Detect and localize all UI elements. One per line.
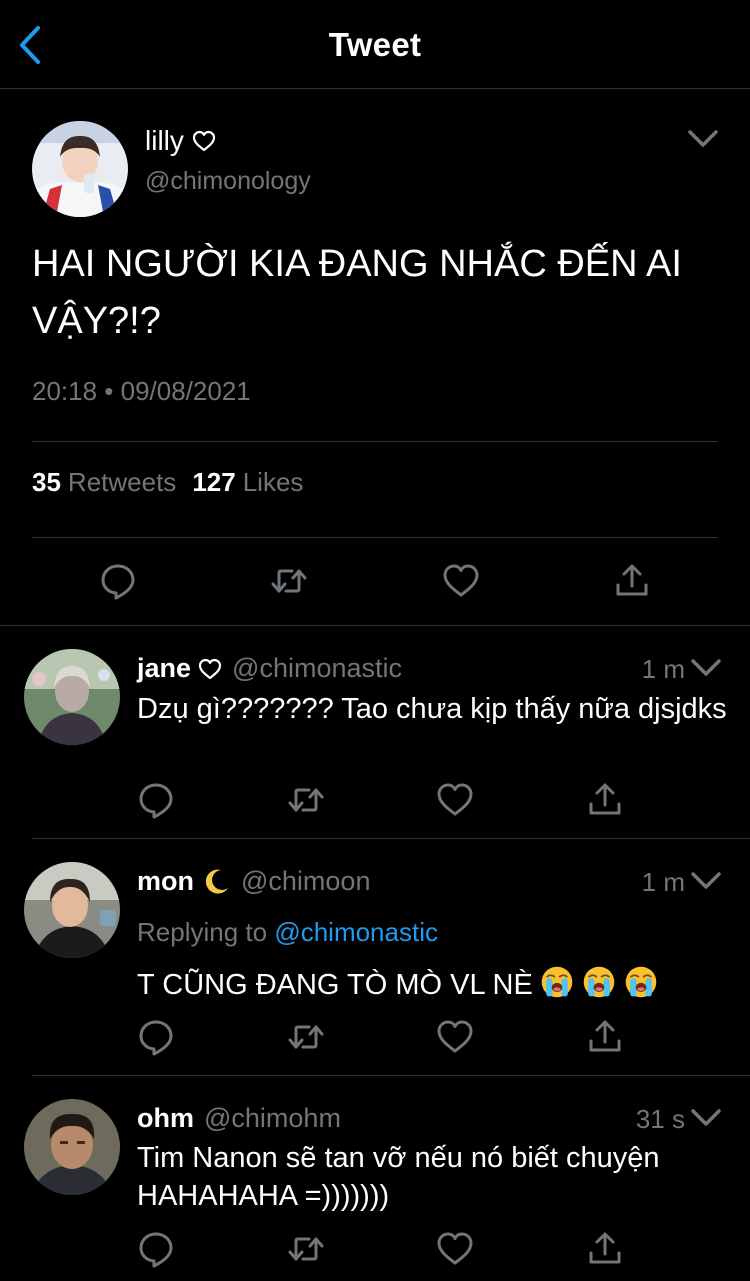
retweet-icon[interactable] [286,1229,326,1269]
retweets-label[interactable]: Retweets [68,467,176,498]
avatar-image [32,121,128,217]
like-icon[interactable] [441,561,481,601]
share-icon[interactable] [612,561,652,601]
reply-tweet[interactable]: mon @chimoon 1 m Replying to @chimonasti… [0,839,750,1075]
retweet-icon[interactable] [286,780,326,820]
avatar[interactable] [24,1099,120,1195]
chevron-down-icon[interactable] [690,1108,722,1128]
retweets-count[interactable]: 35 [32,467,61,498]
mention-link[interactable]: @chimonastic [274,917,438,947]
reply-author-name[interactable]: ohm [137,1103,194,1134]
avatar[interactable] [24,649,120,745]
avatar-image [24,649,120,745]
chevron-down-icon[interactable] [690,658,722,678]
avatar[interactable] [32,121,128,217]
likes-label[interactable]: Likes [243,467,304,498]
reply-header: ohm @chimohm [137,1103,341,1134]
reply-text: T CŨNG ĐANG TÒ MÒ VL NÈ [137,964,747,1004]
like-icon[interactable] [435,780,475,820]
reply-time: 1 m [641,654,685,684]
reply-author-handle[interactable]: @chimonastic [232,653,402,684]
reply-icon[interactable] [98,561,138,601]
crescent-moon-icon [201,867,231,897]
reply-header: mon @chimoon [137,866,370,897]
share-icon[interactable] [585,1229,625,1269]
heart-outline-icon [192,130,216,152]
tweet-text: HAI NGƯỜI KIA ĐANG NHẮC ĐẾN AI VẬY?!? [32,243,682,342]
like-icon[interactable] [435,1017,475,1057]
reply-text: Dzụ gì??????? Tao chưa kịp thấy nữa djsj… [137,693,727,725]
tweet-stats: 35 Retweets 127 Likes [32,467,303,498]
reply-author-handle[interactable]: @chimohm [204,1103,341,1134]
reply-time: 1 m [641,867,685,897]
reply-header: jane @chimonastic [137,653,402,684]
reply-icon[interactable] [136,1229,176,1269]
replying-to: Replying to @chimonastic [137,917,438,947]
retweet-icon[interactable] [286,1017,326,1057]
reply-text: Tim Nanon sẽ tan vỡ nếu nó biết chuyện H… [137,1142,660,1212]
author-handle[interactable]: @chimonology [145,167,311,196]
divider [32,441,718,442]
main-tweet: lilly @chimonology HAI NGƯỜI KIA ĐANG NH… [0,89,750,626]
divider [32,537,718,538]
reply-time: 31 s [635,1104,685,1134]
reply-icon[interactable] [136,780,176,820]
reply-author-name[interactable]: jane [137,653,191,684]
author-name[interactable]: lilly [145,125,216,157]
avatar[interactable] [24,862,120,958]
nav-bar: Tweet [0,0,750,89]
crying-face-icon [623,964,659,1000]
share-icon[interactable] [585,780,625,820]
reply-icon[interactable] [136,1017,176,1057]
page-title: Tweet [328,26,422,63]
chevron-down-icon[interactable] [690,871,722,891]
crying-face-icon [539,964,575,1000]
reply-tweet[interactable]: jane @chimonastic 1 m Dzụ gì??????? Tao … [0,627,750,839]
reply-author-handle[interactable]: @chimoon [241,866,370,897]
reply-author-name[interactable]: mon [137,866,194,897]
chevron-down-icon[interactable] [687,129,719,149]
avatar-image [24,1099,120,1195]
likes-count[interactable]: 127 [192,467,235,498]
heart-outline-icon [198,658,222,680]
retweet-icon[interactable] [269,561,309,601]
crying-face-icon [581,964,617,1000]
reply-tweet[interactable]: ohm @chimohm 31 s Tim Nanon sẽ tan vỡ nế… [0,1076,750,1281]
avatar-image [24,862,120,958]
like-icon[interactable] [435,1229,475,1269]
tweet-timestamp: 20:18 • 09/08/2021 [32,376,251,406]
share-icon[interactable] [585,1017,625,1057]
